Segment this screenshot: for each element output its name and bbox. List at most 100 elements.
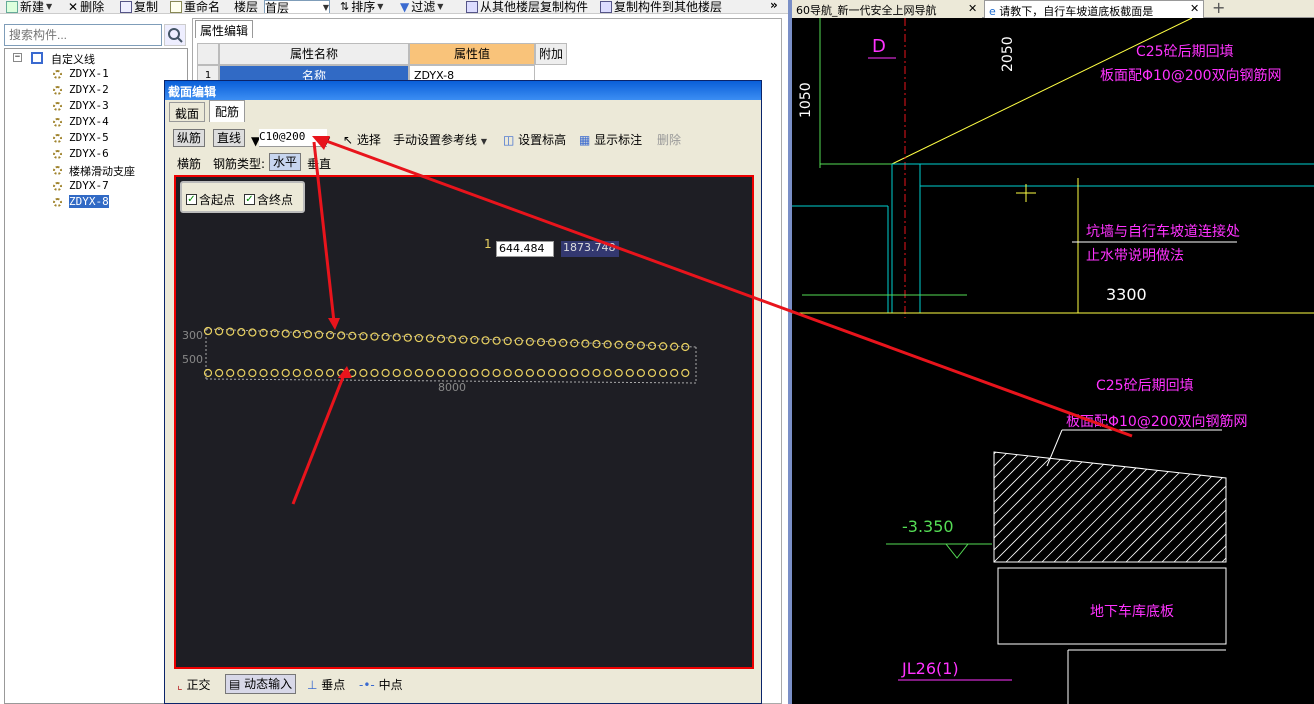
rebar-point[interactable] [592, 339, 601, 349]
delete-button[interactable]: 删除 [657, 131, 681, 148]
ortho-button[interactable]: ⌞ 正交 [177, 676, 210, 693]
rebar-point[interactable] [425, 334, 435, 343]
rebar-point[interactable] [226, 327, 235, 336]
horizontal-button[interactable]: 水平 [269, 153, 302, 171]
search-button[interactable] [164, 24, 186, 46]
rebar-point[interactable] [370, 368, 379, 378]
rebar-point[interactable] [548, 368, 557, 378]
rebar-point[interactable] [414, 333, 423, 343]
line-button[interactable]: 直线 [213, 129, 246, 147]
perpendicular-button[interactable]: ⊥ 垂点 [307, 676, 345, 693]
rebar-point[interactable] [647, 368, 657, 378]
rebar-point[interactable] [659, 368, 668, 378]
rebar-point[interactable] [359, 332, 368, 341]
rebar-point[interactable] [670, 368, 679, 378]
rebar-point[interactable] [514, 337, 523, 346]
rebar-point[interactable] [214, 327, 224, 336]
rebar-point[interactable] [270, 368, 279, 378]
close-icon[interactable]: ✕ [968, 2, 977, 15]
rebar-point[interactable] [559, 338, 568, 348]
rename-button[interactable]: 重命名 [170, 0, 220, 13]
rebar-point[interactable] [536, 338, 546, 347]
rebar-point[interactable] [248, 368, 257, 378]
delete-button[interactable]: ✕ 删除 [68, 0, 104, 13]
rebar-point[interactable] [392, 333, 401, 342]
rebar-point[interactable] [570, 368, 579, 378]
rebar-point[interactable] [292, 329, 301, 339]
rebar-point[interactable] [536, 368, 546, 378]
rebar-point[interactable] [403, 333, 412, 342]
tree-root-label[interactable]: 自定义线 [51, 51, 95, 67]
rebar-point[interactable] [337, 331, 346, 340]
tab-property-edit[interactable]: 属性编辑 [195, 20, 253, 38]
tree-item[interactable]: ZDYX-1 [69, 67, 109, 80]
search-input[interactable] [4, 24, 162, 46]
rebar-point[interactable] [226, 368, 235, 378]
browser-tab-2[interactable]: e 请教下，自行车坡道底板截面是 [984, 0, 1204, 18]
tree-item[interactable]: ZDYX-6 [69, 147, 109, 160]
rebar-point[interactable] [425, 368, 435, 378]
close-icon[interactable]: ✕ [1190, 2, 1199, 15]
drawing-canvas[interactable]: ✓ 含起点 ✓ 含终点 1 644.484 1873.748 300 500 800… [174, 175, 754, 669]
rebar-point[interactable] [603, 368, 612, 378]
rebar-point[interactable] [514, 368, 523, 378]
rebar-point[interactable] [525, 368, 534, 378]
rebar-point[interactable] [326, 368, 335, 378]
rebar-point[interactable] [270, 329, 279, 338]
rebar-point[interactable] [259, 328, 268, 337]
rebar-point[interactable] [492, 368, 501, 378]
rebar-point[interactable] [403, 368, 412, 378]
transverse-rebar-button[interactable]: 横筋 [177, 155, 201, 172]
tree-item[interactable]: ZDYX-7 [69, 179, 109, 192]
rebar-point[interactable] [481, 368, 490, 378]
rebar-point[interactable] [448, 368, 457, 378]
rebar-point[interactable] [414, 368, 423, 378]
copy-to-floor-button[interactable]: 复制构件到其他楼层 [600, 0, 722, 13]
rebar-point[interactable] [570, 339, 579, 348]
rebar-point[interactable] [614, 340, 623, 349]
rebar-point[interactable] [559, 368, 568, 378]
browser-tab-1[interactable]: 60导航_新一代安全上网导航 [792, 0, 982, 18]
rebar-point[interactable] [314, 330, 324, 339]
tree-item[interactable]: ZDYX-5 [69, 131, 109, 144]
rebar-point[interactable] [459, 368, 468, 378]
rebar-point[interactable] [237, 368, 246, 378]
rebar-point[interactable] [303, 368, 312, 378]
rebar-point[interactable] [581, 339, 590, 348]
longitudinal-rebar-button[interactable]: 纵筋 [173, 129, 206, 147]
rebar-point[interactable] [370, 332, 379, 341]
rebar-point[interactable] [470, 335, 479, 345]
rebar-point[interactable] [326, 330, 335, 340]
new-tab-icon[interactable]: + [1212, 0, 1225, 17]
rebar-point[interactable] [492, 336, 501, 345]
tab-rebar[interactable]: 配筋 [209, 100, 246, 122]
rebar-point[interactable] [581, 368, 590, 378]
rebar-point[interactable] [603, 340, 612, 349]
rebar-point[interactable] [625, 341, 634, 350]
copy-from-floor-button[interactable]: 从其他楼层复制构件 [466, 0, 588, 13]
copy-button[interactable]: 复制 [120, 0, 158, 13]
rebar-point[interactable] [448, 335, 457, 344]
rebar-point[interactable] [214, 368, 224, 378]
tree-item[interactable]: ZDYX-4 [69, 115, 109, 128]
rebar-point[interactable] [281, 329, 290, 338]
rebar-point[interactable] [437, 368, 446, 378]
rebar-point[interactable] [614, 368, 623, 378]
rebar-point[interactable] [348, 331, 357, 340]
rebar-point[interactable] [381, 332, 390, 342]
rebar-point[interactable] [525, 337, 534, 346]
vertical-button[interactable]: 垂直 [307, 155, 331, 172]
tree-item[interactable]: ZDYX-8 [69, 195, 109, 208]
rebar-point[interactable] [481, 336, 490, 345]
tree-item[interactable]: ZDYX-2 [69, 83, 109, 96]
select-button[interactable]: ↖ 选择 [343, 131, 381, 148]
more-icon[interactable]: » [770, 0, 778, 12]
rebar-point[interactable] [281, 368, 290, 378]
dynamic-input-button[interactable]: ▤ 动态输入 [225, 674, 297, 694]
tree-item[interactable]: ZDYX-3 [69, 99, 109, 112]
show-label-button[interactable]: ▦ 显示标注 [579, 131, 642, 148]
rebar-point[interactable] [392, 368, 401, 378]
set-elevation-button[interactable]: ◫ 设置标高 [503, 131, 566, 148]
rebar-point[interactable] [592, 368, 601, 378]
collapse-icon[interactable]: − [13, 53, 22, 62]
